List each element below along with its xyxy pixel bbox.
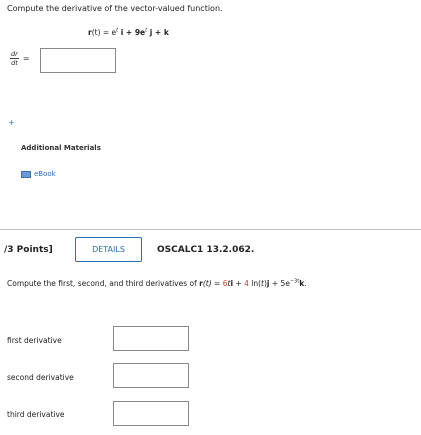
third-derivative-input[interactable] — [113, 401, 189, 426]
additional-materials-heading: Additional Materials — [21, 144, 101, 152]
question-code: OSCALC1 13.2.062. — [157, 245, 255, 255]
first-derivative-input[interactable] — [113, 326, 189, 351]
second-derivative-input[interactable] — [113, 363, 189, 388]
derivative-label: dr dt = — [10, 50, 30, 67]
ebook-link[interactable]: eBook — [21, 170, 56, 178]
vector-function-formula: r(t) = et i + 9et j + k — [88, 27, 169, 37]
plus-icon[interactable]: + — [8, 118, 15, 127]
points-label: /3 Points] — [4, 245, 53, 255]
question-prompt: Compute the derivative of the vector-val… — [7, 4, 223, 13]
section-divider — [0, 229, 421, 230]
details-button[interactable]: DETAILS — [75, 237, 142, 262]
dr-dt-fraction: dr dt — [10, 50, 19, 67]
second-derivative-label: second derivative — [7, 373, 74, 382]
first-derivative-label: first derivative — [7, 336, 62, 345]
ebook-icon — [21, 170, 31, 178]
derivative-answer-input[interactable] — [40, 48, 116, 73]
question2-prompt: Compute the first, second, and third der… — [7, 278, 307, 288]
third-derivative-label: third derivative — [7, 410, 65, 419]
